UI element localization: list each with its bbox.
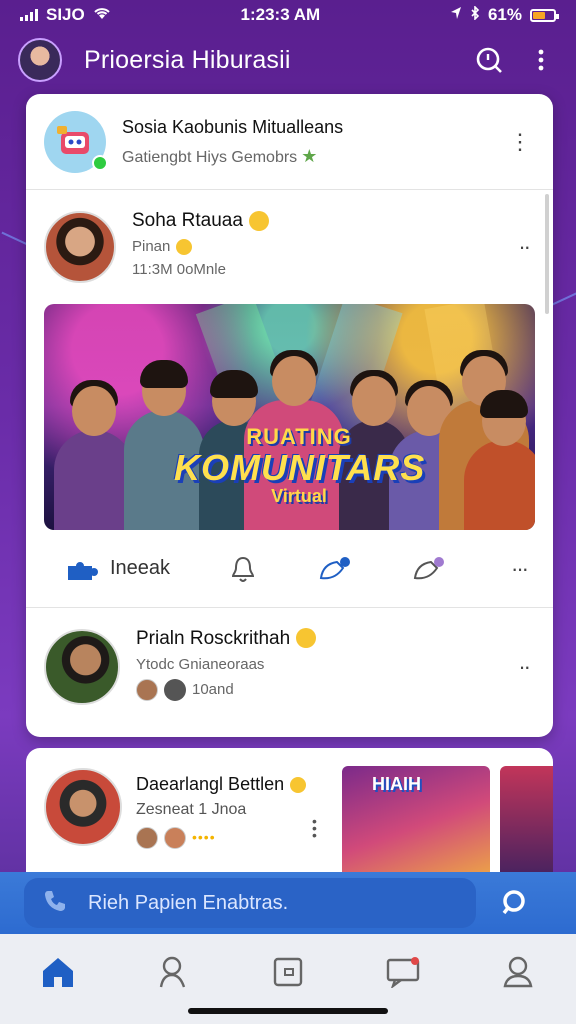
mini-avatar — [164, 827, 186, 849]
comment-icon — [319, 556, 350, 579]
post-reactions: •••• — [136, 827, 306, 849]
status-time: 1:23:3 AM — [240, 5, 321, 24]
signal-icon — [20, 9, 38, 21]
bell-icon — [232, 556, 255, 582]
scrollbar[interactable] — [545, 194, 549, 314]
share-button[interactable] — [411, 554, 447, 584]
post-subtitle: Ytodc Gnianeoraas — [136, 655, 265, 673]
post-header: Soha Rtauaa Pinan 11:3M 0oMnle ·· — [26, 190, 553, 304]
like-label: Ineeak — [110, 557, 171, 579]
post-author[interactable]: Daearlangl Bettlen — [136, 774, 307, 795]
gallery-icon — [273, 957, 303, 987]
status-bar: SIJO 1:23:3 AM 61% — [0, 0, 576, 30]
search-input[interactable] — [88, 891, 458, 915]
reaction-dots: •••• — [192, 829, 216, 846]
more-vertical-icon[interactable] — [524, 43, 558, 77]
chat-icon — [386, 957, 420, 988]
carrier-label: SIJO — [46, 5, 85, 24]
post-banner-image[interactable]: RUATING KOMUNITARS Virtual — [44, 304, 535, 530]
banner-title: RUATING KOMUNITARS Virtual — [174, 424, 424, 507]
phone-icon[interactable] — [42, 888, 68, 919]
bottom-nav — [0, 934, 576, 1024]
wink-emoji-icon — [248, 210, 269, 231]
like-button[interactable]: Ineeak — [66, 556, 170, 582]
location-icon — [450, 5, 462, 25]
thumbnail-image[interactable]: HIAIH — [342, 766, 490, 888]
app-header: Prioersia Hiburasii — [0, 34, 576, 86]
post-item[interactable]: Daearlangl Bettlen Zesneat 1 Jnoa •••• — [44, 768, 307, 849]
page-title: Prioersia Hiburasii — [84, 45, 291, 74]
post-meta: 10and — [136, 678, 512, 701]
thinking-emoji-icon — [176, 239, 193, 256]
group-subtitle: Gatiengbt Hiys Gemobrs ★ — [122, 145, 318, 166]
group-header[interactable]: Sosia Kaobunis Mitualleans Gatiengbt Hiy… — [26, 94, 553, 190]
group-more-button[interactable]: ⋮ — [503, 129, 535, 155]
star-icon: ★ — [301, 145, 318, 166]
author-avatar[interactable] — [44, 629, 120, 705]
post-author[interactable]: Prialn Rosckrithah — [136, 628, 512, 650]
author-avatar[interactable] — [44, 768, 122, 846]
nav-chat[interactable] — [373, 944, 433, 1000]
post-item[interactable]: Prialn Rosckrithah Ytodc Gnianeoraas 10a… — [26, 608, 553, 726]
post-timestamp: 11:3M 0oMnle — [132, 261, 226, 279]
nav-gallery[interactable] — [258, 944, 318, 1000]
share-icon — [413, 556, 444, 579]
thumbnail-text: HIAIH — [372, 774, 421, 794]
home-indicator[interactable] — [188, 1008, 388, 1014]
comment-button[interactable] — [317, 554, 353, 584]
search-icon — [502, 890, 525, 915]
post-more-button[interactable]: ·· — [512, 234, 535, 260]
profile-icon — [503, 956, 533, 988]
group-mascot-icon — [57, 125, 89, 154]
search-field[interactable] — [24, 878, 476, 928]
actions-more-button[interactable]: ··· — [505, 556, 533, 582]
banner-line-2: KOMUNITARS — [174, 447, 426, 488]
group-icon — [164, 678, 186, 701]
post-author[interactable]: Soha Rtauaa — [132, 210, 512, 232]
people-icon — [159, 956, 185, 988]
battery-fill — [532, 11, 545, 19]
banner-line-3: Virtual — [271, 486, 327, 506]
post-subtitle: Zesneat 1 Jnoa — [136, 801, 247, 818]
group-avatar — [44, 110, 108, 173]
search-button[interactable] — [476, 878, 552, 928]
thumbnail-image[interactable] — [500, 766, 553, 888]
smile-emoji-icon — [296, 628, 317, 649]
battery-icon — [529, 8, 559, 22]
home-icon — [42, 958, 73, 987]
profile-avatar[interactable] — [18, 38, 62, 82]
group-name: Sosia Kaobunis Mitualleans — [122, 116, 344, 137]
nav-profile[interactable] — [488, 944, 548, 1000]
post-more-button[interactable]: ·· — [512, 654, 535, 680]
post-meta-1: Pinan — [132, 238, 512, 256]
author-avatar[interactable] — [44, 211, 116, 283]
post-more-button[interactable]: • • • — [312, 814, 317, 842]
wifi-icon — [93, 5, 111, 25]
feed-card: Daearlangl Bettlen Zesneat 1 Jnoa •••• •… — [26, 748, 553, 888]
search-icon[interactable] — [472, 43, 506, 77]
battery-percent: 61% — [487, 5, 522, 24]
emoji-icon — [290, 777, 307, 794]
nav-people[interactable] — [143, 944, 203, 1000]
notify-button[interactable] — [228, 554, 258, 584]
mini-avatar — [136, 678, 158, 701]
post-actions: Ineeak ··· — [26, 530, 553, 608]
nav-home[interactable] — [28, 944, 88, 1000]
puzzle-icon — [68, 561, 98, 580]
feed-card: Sosia Kaobunis Mitualleans Gatiengbt Hiy… — [26, 94, 553, 737]
search-bar — [0, 872, 576, 934]
online-badge — [92, 154, 108, 171]
mini-avatar — [136, 827, 158, 849]
bluetooth-icon — [470, 5, 480, 25]
